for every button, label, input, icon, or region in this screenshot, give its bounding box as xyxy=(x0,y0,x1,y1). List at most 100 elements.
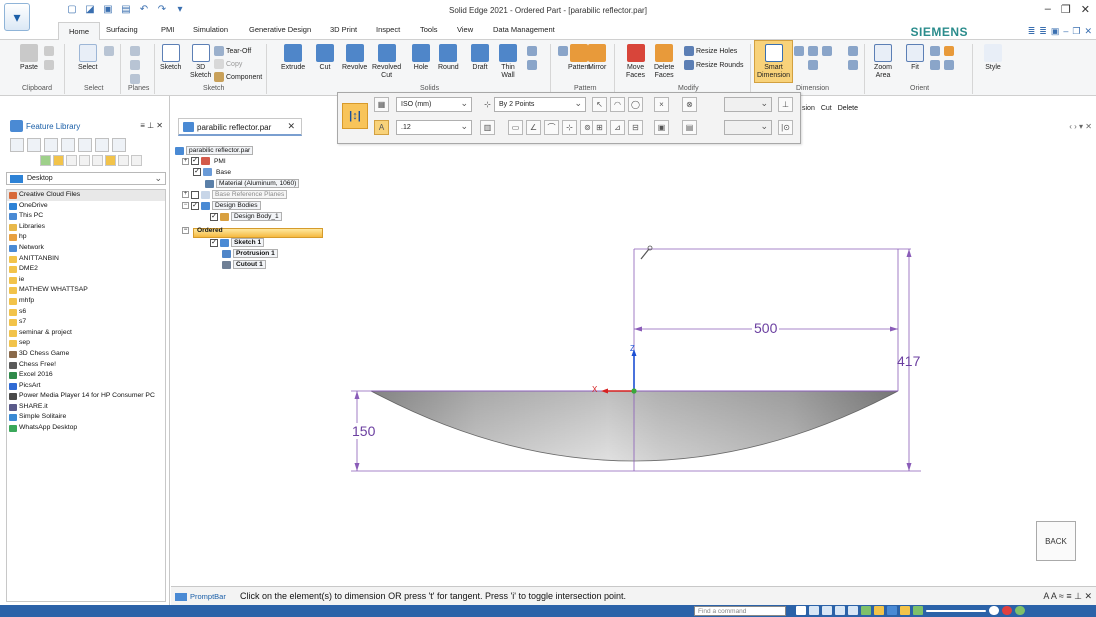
list-item[interactable]: sep xyxy=(7,338,165,349)
pan-tool[interactable] xyxy=(944,46,954,56)
list-item[interactable]: s6 xyxy=(7,307,165,318)
tree-root[interactable]: parabilic reflector.par xyxy=(175,146,254,155)
dimension-500-label[interactable]: 500 xyxy=(752,320,780,336)
list-item[interactable]: ANITTANBIN xyxy=(7,254,165,265)
checkbox-design-bodies[interactable]: ✓ xyxy=(191,201,199,210)
view-status-icon[interactable] xyxy=(874,606,884,615)
tab-surfacing[interactable]: Surfacing xyxy=(106,25,138,34)
new-folder-icon[interactable] xyxy=(53,155,64,166)
select-tool-2[interactable] xyxy=(104,46,114,56)
smart-dimension-button[interactable]: Smart Dimension xyxy=(754,40,794,83)
checkbox-planes[interactable] xyxy=(191,190,199,199)
tab-data-management[interactable]: Data Management xyxy=(493,25,555,34)
list-item[interactable]: Simple Solitaire xyxy=(7,412,165,423)
option-button-8[interactable]: ⊟ xyxy=(628,120,643,135)
arrow-icon[interactable] xyxy=(796,606,806,615)
list-item[interactable]: Chess Free! xyxy=(7,360,165,371)
fit-status-icon[interactable] xyxy=(835,606,845,615)
dimension-tool-2[interactable] xyxy=(808,46,818,56)
view-icon[interactable] xyxy=(118,155,129,166)
panel-menu-icon[interactable]: ≡ xyxy=(140,121,145,130)
prompt-bar-controls[interactable]: A A ≈ ≡ ⊥ ✕ xyxy=(1043,591,1092,602)
dimension-options-button[interactable]: |↕| xyxy=(342,103,368,129)
panel-close-icon[interactable]: ✕ xyxy=(156,121,163,130)
draft-button[interactable]: Draft xyxy=(471,44,489,72)
fit-button[interactable]: Fit xyxy=(906,44,924,72)
tear-off-button[interactable]: Tear-Off xyxy=(214,46,251,56)
revolve-button[interactable]: Revolve xyxy=(342,44,367,72)
collapse-icon[interactable]: − xyxy=(182,202,189,209)
list-item[interactable]: This PC xyxy=(7,211,165,222)
zoom-tool[interactable] xyxy=(930,46,940,56)
dimension-tool-6[interactable] xyxy=(848,60,858,70)
dim-type-button[interactable]: ⊹ xyxy=(480,97,495,112)
tree-item-base[interactable]: ✓ Base xyxy=(193,168,233,176)
list-item[interactable]: WhatsApp Desktop xyxy=(7,423,165,434)
origin-point[interactable] xyxy=(631,388,637,394)
list-item[interactable]: Network xyxy=(7,243,165,254)
restore-icon[interactable]: ❐ xyxy=(1061,3,1071,16)
resize-holes-button[interactable]: Resize Holes xyxy=(684,46,737,56)
tree-item-design-bodies[interactable]: − ✓ Design Bodies xyxy=(182,201,261,210)
cut-command[interactable]: Cut xyxy=(821,105,832,112)
panel-pin-icon[interactable]: ⊥ xyxy=(147,121,154,130)
tolerance-value-dropdown[interactable] xyxy=(724,97,772,112)
tab-inspect[interactable]: Inspect xyxy=(376,25,400,34)
dimension-tool-4[interactable] xyxy=(808,60,818,70)
section-status-icon[interactable] xyxy=(913,606,923,615)
tab-sensors-icon[interactable] xyxy=(95,138,109,152)
list-item[interactable]: 3D Chess Game xyxy=(7,349,165,360)
ribbon-minimize-icon[interactable]: – xyxy=(1063,26,1068,37)
shade-status-icon[interactable] xyxy=(887,606,897,615)
suffix-button[interactable]: ▤ xyxy=(682,120,697,135)
tab-scroll-controls[interactable]: ‹ › ▾ ✕ xyxy=(1069,122,1092,131)
cut-button[interactable]: Cut xyxy=(316,44,334,72)
dimension-tool-5[interactable] xyxy=(848,46,858,56)
forward-icon[interactable] xyxy=(79,155,90,166)
collapse-icon[interactable]: − xyxy=(182,227,189,234)
extrude-button[interactable]: Extrude xyxy=(281,44,305,72)
plane-tool-2[interactable] xyxy=(130,60,140,70)
precision-button[interactable]: ▥ xyxy=(480,120,495,135)
close-tab-icon[interactable]: ✕ xyxy=(287,121,295,132)
add-icon[interactable] xyxy=(40,155,51,166)
tab-pathfinder-icon[interactable] xyxy=(10,138,24,152)
units-dropdown[interactable]: ISO (mm) xyxy=(396,97,472,112)
checkbox-design-body-1[interactable]: ✓ xyxy=(210,212,218,221)
round-button[interactable]: Round xyxy=(438,44,459,72)
prefix-button[interactable]: ▣ xyxy=(654,120,669,135)
tolerance-button[interactable]: ⊗ xyxy=(682,97,697,112)
delete-command[interactable]: Delete xyxy=(838,105,858,112)
solids-more-2[interactable] xyxy=(527,60,537,70)
sel-icon[interactable] xyxy=(809,606,819,615)
zoom-in-icon[interactable] xyxy=(989,606,999,615)
list-item[interactable]: MATHEW WHATTSAP xyxy=(7,285,165,296)
list-item[interactable]: seminar & project xyxy=(7,328,165,339)
copy-sketch-button[interactable]: Copy xyxy=(214,59,242,69)
application-menu-button[interactable]: ▾ xyxy=(4,3,30,31)
suffix-value-dropdown[interactable] xyxy=(724,120,772,135)
hole-button[interactable]: Hole xyxy=(412,44,430,72)
thin-wall-button[interactable]: Thin Wall xyxy=(499,44,517,80)
checkbox-base[interactable]: ✓ xyxy=(193,168,201,176)
record-icon[interactable] xyxy=(1002,606,1012,615)
tab-layers-icon[interactable] xyxy=(27,138,41,152)
expand-icon[interactable]: + xyxy=(182,157,189,165)
tree-item-sketch-1[interactable]: ✓ Sketch 1 xyxy=(210,238,265,247)
back-icon[interactable] xyxy=(66,155,77,166)
checkbox-sketch-1[interactable]: ✓ xyxy=(210,238,218,247)
location-dropdown[interactable]: Desktop ⌄ xyxy=(6,172,166,185)
model-view[interactable] xyxy=(171,137,1096,586)
tree-item-pmi[interactable]: + ✓ PMI xyxy=(182,157,228,165)
back-view-button[interactable]: BACK xyxy=(1036,521,1076,561)
tab-colors-icon[interactable] xyxy=(61,138,75,152)
cut-clipboard-button[interactable] xyxy=(44,46,54,56)
list-item[interactable]: ie xyxy=(7,275,165,286)
pattern-tool-small[interactable] xyxy=(558,46,568,56)
tree-item-material[interactable]: Material (Aluminum, 1060) xyxy=(205,179,300,188)
reference-button[interactable]: |⊙ xyxy=(778,120,793,135)
pan-status-icon[interactable] xyxy=(848,606,858,615)
tab-generative-design[interactable]: Generative Design xyxy=(249,25,311,34)
up-icon[interactable] xyxy=(92,155,103,166)
tree-item-cutout-1[interactable]: Cutout 1 xyxy=(222,260,266,269)
